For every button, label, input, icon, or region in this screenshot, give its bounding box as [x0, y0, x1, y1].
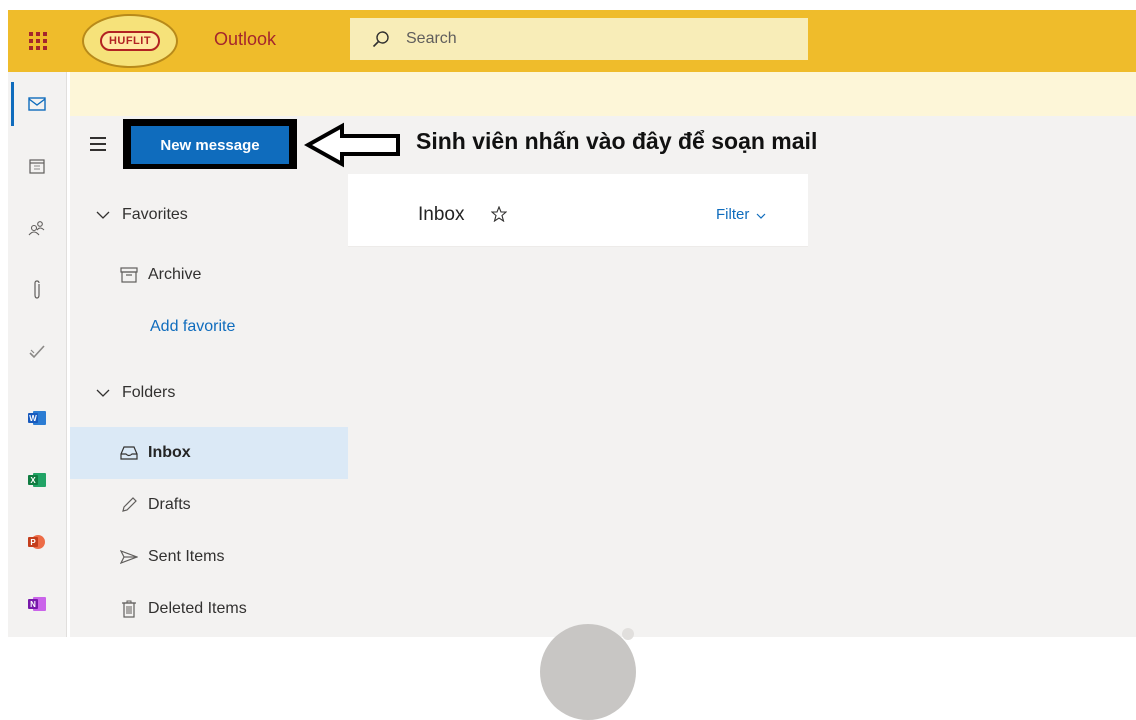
search-placeholder: Search	[406, 30, 457, 47]
chevron-down-icon	[92, 204, 114, 226]
empty-state-illustration	[540, 624, 636, 720]
search-icon	[372, 31, 389, 48]
archive-icon	[118, 264, 140, 286]
word-letter: W	[29, 414, 37, 423]
university-logo[interactable]: HUFLIT	[82, 14, 178, 68]
folders-label: Folders	[122, 384, 176, 401]
app-rail: W X P N	[8, 72, 67, 637]
folder-drafts[interactable]: Drafts	[70, 480, 348, 530]
hamburger-icon[interactable]	[90, 137, 106, 153]
powerpoint-letter: P	[30, 538, 36, 547]
powerpoint-icon: P	[28, 535, 45, 549]
drafts-label: Drafts	[148, 496, 191, 513]
filter-button[interactable]: Filter	[716, 206, 766, 223]
archive-label: Archive	[148, 266, 202, 283]
deleted-label: Deleted Items	[148, 600, 247, 617]
rail-excel[interactable]: X	[8, 460, 66, 500]
pencil-icon	[118, 494, 140, 516]
message-list: Inbox Filter	[348, 174, 808, 720]
new-message-button[interactable]: New message	[131, 126, 289, 164]
favorites-header[interactable]: Favorites	[70, 190, 348, 240]
attachment-icon	[34, 280, 40, 299]
add-favorite-label: Add favorite	[150, 318, 236, 335]
chevron-down-icon	[756, 213, 765, 219]
folder-deleted[interactable]: Deleted Items	[70, 584, 348, 634]
rail-people[interactable]	[8, 208, 66, 248]
folder-inbox[interactable]: Inbox	[70, 427, 348, 479]
chevron-down-icon	[92, 382, 114, 404]
inbox-label: Inbox	[148, 444, 191, 461]
inbox-icon	[118, 442, 140, 464]
rail-word[interactable]: W	[8, 398, 66, 438]
app-launcher-button[interactable]	[8, 10, 68, 72]
calendar-icon	[29, 159, 45, 174]
list-title: Inbox	[418, 204, 465, 225]
favorites-label: Favorites	[122, 206, 188, 223]
onenote-letter: N	[30, 600, 36, 609]
app-name[interactable]: Outlook	[214, 29, 276, 50]
rail-onenote[interactable]: N	[8, 584, 66, 624]
left-arrow-annotation-icon	[304, 122, 400, 168]
rail-powerpoint[interactable]: P	[8, 522, 66, 562]
folder-pane: Favorites Archive Add favorite Folders I…	[70, 174, 348, 637]
instruction-annotation: Sinh viên nhấn vào đây để soạn mail	[416, 128, 818, 154]
notification-strip	[70, 72, 1136, 116]
folders-header[interactable]: Folders	[70, 368, 348, 418]
rail-calendar[interactable]	[8, 146, 66, 186]
outlook-window: HUFLIT Outlook Search W X P N New messag…	[0, 0, 1136, 720]
people-icon	[28, 221, 45, 236]
reading-pane	[808, 174, 1136, 637]
folder-sent[interactable]: Sent Items	[70, 532, 348, 582]
mail-icon	[28, 97, 46, 111]
todo-icon	[29, 345, 45, 359]
highlight-box: New message	[123, 119, 297, 169]
star-icon[interactable]	[491, 206, 507, 222]
excel-icon: X	[28, 473, 46, 487]
sent-label: Sent Items	[148, 548, 225, 565]
command-bar: New message Sinh viên nhấn vào đây để so…	[70, 116, 1136, 174]
top-header-bar: HUFLIT Outlook Search	[8, 10, 1136, 72]
rail-todo[interactable]	[8, 332, 66, 372]
message-list-header: Inbox Filter	[348, 174, 808, 247]
excel-letter: X	[30, 476, 36, 485]
folder-archive[interactable]: Archive	[70, 250, 348, 300]
rail-files[interactable]	[8, 270, 66, 310]
logo-text: HUFLIT	[99, 31, 161, 51]
filter-label: Filter	[716, 206, 750, 223]
waffle-icon	[29, 32, 47, 50]
onenote-icon: N	[28, 597, 46, 611]
word-icon: W	[28, 411, 46, 425]
add-favorite-link[interactable]: Add favorite	[70, 302, 348, 352]
rail-mail[interactable]	[8, 84, 66, 124]
send-icon	[118, 546, 140, 568]
search-box[interactable]: Search	[350, 18, 808, 60]
empty-state-dot	[622, 628, 634, 640]
trash-icon	[118, 598, 140, 620]
